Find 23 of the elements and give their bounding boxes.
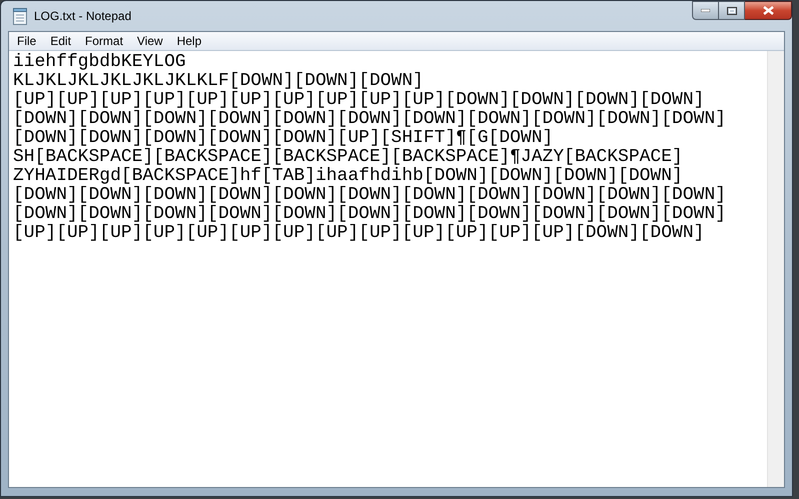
- text-line: ZYHAIDERgd[BACKSPACE]hf[TAB]ihaafhdihb[DOWN][DOWN][DOWN][DOWN]: [13, 167, 683, 186]
- text-line: [DOWN][DOWN][DOWN][DOWN][DOWN][DOWN][DOWN][DOWN][DOWN][DOWN][DOWN]: [13, 110, 726, 129]
- text-line: [DOWN][DOWN][DOWN][DOWN][DOWN][UP][SHIFT]¶[G[DOWN]: [13, 129, 554, 148]
- close-button[interactable]: [745, 1, 792, 20]
- menu-item[interactable]: Format: [78, 32, 130, 50]
- notepad-icon: [13, 8, 27, 24]
- text-line: iiehffgbdbKEYLOG: [13, 53, 186, 72]
- maximize-button[interactable]: [719, 1, 745, 20]
- close-icon: [762, 6, 774, 15]
- minimize-button[interactable]: [692, 1, 719, 20]
- window-title: LOG.txt - Notepad: [34, 8, 132, 25]
- text-line: [UP][UP][UP][UP][UP][UP][UP][UP][UP][UP][UP][UP][UP][DOWN][DOWN]: [13, 224, 704, 243]
- maximize-icon: [726, 6, 736, 14]
- text-line: [UP][UP][UP][UP][UP][UP][UP][UP][UP][UP][DOWN][DOWN][DOWN][DOWN]: [13, 91, 704, 110]
- menu-item[interactable]: File: [10, 32, 44, 50]
- menu-item[interactable]: Help: [170, 32, 209, 50]
- menu-item[interactable]: Edit: [43, 32, 78, 50]
- text-line: [DOWN][DOWN][DOWN][DOWN][DOWN][DOWN][DOWN][DOWN][DOWN][DOWN][DOWN]: [13, 186, 726, 205]
- text-line: SH[BACKSPACE][BACKSPACE][BACKSPACE][BACKSPACE]¶JAZY[BACKSPACE]: [13, 148, 683, 167]
- minimize-icon: [701, 9, 710, 12]
- text-line: KLJKLJKLJKLJKLJKLKLF[DOWN][DOWN][DOWN]: [13, 72, 424, 91]
- menu-item[interactable]: View: [130, 32, 170, 50]
- text-line: [DOWN][DOWN][DOWN][DOWN][DOWN][DOWN][DOWN][DOWN][DOWN][DOWN][DOWN]: [13, 205, 726, 224]
